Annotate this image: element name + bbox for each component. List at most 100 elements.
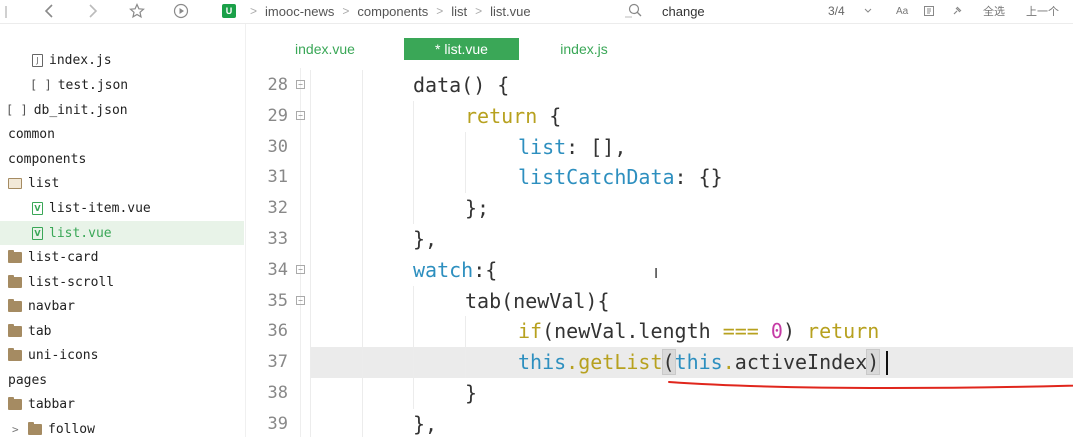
breadcrumb-item[interactable]: components — [357, 4, 428, 19]
tree-item-label: pages — [8, 372, 48, 388]
search-input[interactable] — [662, 2, 802, 20]
whole-word-button[interactable] — [952, 0, 962, 22]
matching-paren: ) — [866, 349, 881, 376]
code-token: 0 — [770, 319, 783, 344]
indent-guide — [362, 193, 363, 225]
breadcrumb-item[interactable]: imooc-news — [265, 4, 334, 19]
tree-item-navbar[interactable]: navbar — [0, 294, 244, 318]
chevron-right-icon[interactable]: > — [12, 423, 22, 436]
code-line[interactable]: 39}, — [254, 408, 1073, 437]
tree-item-tab[interactable]: tab — [0, 319, 244, 343]
indent-guide — [413, 100, 414, 132]
line-number: 32 — [267, 198, 288, 219]
code-text: watch:{ — [413, 255, 497, 286]
tree-item-label: test.json — [57, 77, 129, 93]
top-toolbar: U > imooc-news > components > list > lis… — [0, 0, 1073, 24]
tree-item-components[interactable]: components — [0, 147, 244, 171]
back-button[interactable] — [38, 0, 60, 22]
code-editor[interactable]: index.vue * list.vue index.js 28− data() … — [254, 24, 1073, 437]
tree-item-test-json[interactable]: [ ] test.json — [0, 73, 244, 97]
code-line[interactable]: 32}; — [254, 193, 1073, 225]
code-text: if(newVal.length === 0) return — [518, 316, 879, 347]
indent-guide — [310, 254, 311, 286]
code-token: : [], — [566, 134, 627, 159]
tree-item-label: db_init.json — [33, 102, 128, 118]
breadcrumb-item[interactable]: list.vue — [490, 4, 530, 19]
favorite-button[interactable] — [126, 0, 148, 22]
breadcrumb-separator: > — [342, 4, 350, 18]
tree-item-list-scroll[interactable]: list-scroll — [0, 270, 244, 294]
folder-icon — [8, 249, 22, 263]
code-token: return — [807, 319, 880, 344]
code-token: ) — [782, 319, 808, 344]
fold-toggle-icon[interactable]: − — [296, 80, 305, 89]
indent-guide — [413, 285, 414, 317]
code-line[interactable]: 36 if(newVal.length === 0) return — [254, 316, 1073, 348]
forward-button[interactable] — [82, 0, 104, 22]
code-token: (newVal.length — [542, 319, 723, 344]
fold-toggle-icon[interactable]: − — [296, 264, 305, 274]
tree-item-pages[interactable]: pages — [0, 368, 244, 392]
code-token: this — [518, 350, 567, 375]
indent-guide — [413, 193, 414, 225]
code-token: }, — [413, 227, 438, 251]
project-icon: U — [222, 4, 236, 18]
code-line[interactable]: 35− tab(newVal){ — [254, 285, 1073, 317]
run-button[interactable] — [170, 0, 192, 22]
tree-item-tabbar[interactable]: tabbar — [0, 392, 244, 416]
tree-item-follow[interactable]: > follow — [0, 417, 244, 437]
code-line[interactable]: 29− return { — [254, 100, 1073, 132]
chevron-right-icon — [89, 4, 98, 18]
code-line[interactable]: 34− watch:{ — [254, 254, 1073, 286]
code-line[interactable]: 37 this.getList(this.activeIndex) — [268, 347, 1073, 379]
tab-index-vue[interactable]: index.vue — [270, 38, 380, 60]
breadcrumb-item[interactable]: list — [451, 4, 467, 19]
indent-guide — [362, 408, 363, 437]
js-file-icon: J — [32, 53, 43, 67]
tree-item-uni-icons[interactable]: uni-icons — [0, 343, 244, 367]
tree-item-list-card[interactable]: list-card — [0, 245, 244, 269]
code-line[interactable]: 30 list: [], — [254, 131, 1073, 163]
code-text: this.getList(this.activeIndex) — [518, 347, 881, 378]
tree-item-list-folder[interactable]: list — [0, 171, 244, 195]
code-token: :{ — [473, 257, 498, 282]
tree-item-list-vue[interactable]: V list.vue — [0, 221, 244, 245]
code-text: list: [], — [518, 132, 626, 163]
tree-item-db-init-json[interactable]: [ ] db_init.json — [0, 98, 244, 122]
fold-toggle-icon[interactable]: − — [296, 295, 305, 305]
line-number: 38 — [267, 383, 288, 403]
code-token: }; — [465, 196, 490, 221]
regex-button[interactable] — [924, 0, 934, 22]
line-number: 28 — [267, 75, 288, 95]
code-token: === — [722, 319, 759, 344]
code-line[interactable]: 33}, — [254, 224, 1073, 255]
tab-index-js[interactable]: index.js — [544, 38, 624, 60]
folder-icon — [28, 421, 42, 435]
folder-open-icon — [8, 177, 22, 189]
line-number: 39 — [267, 413, 288, 434]
next-match-button[interactable] — [864, 0, 872, 22]
code-line[interactable]: 31 listCatchData: {} — [254, 162, 1073, 194]
tree-item-list-item-vue[interactable]: V list-item.vue — [0, 196, 244, 220]
tree-item-common[interactable]: common — [0, 122, 244, 146]
tree-item-label: follow — [48, 421, 95, 437]
select-all-button[interactable]: 全选 — [983, 0, 1005, 22]
folder-icon — [8, 298, 22, 312]
matching-paren: ( — [661, 349, 676, 376]
code-line[interactable]: 28− data() { — [254, 70, 1073, 101]
file-explorer: J index.js [ ] test.json [ ] db_init.jso… — [0, 24, 246, 437]
prev-match-button[interactable]: 上一个 — [1026, 0, 1059, 22]
code-text: return { — [465, 101, 561, 132]
code-token: list — [518, 134, 567, 159]
tab-list-vue[interactable]: * list.vue — [404, 38, 519, 60]
indent-guide — [465, 131, 466, 163]
code-text: } — [465, 378, 477, 409]
tree-item-index-js[interactable]: J index.js — [0, 48, 244, 72]
match-case-button[interactable]: Aa — [896, 0, 908, 22]
code-token: . — [722, 350, 735, 375]
code-token: watch — [413, 257, 474, 282]
indent-guide — [310, 193, 311, 225]
match-count: 3/4 — [828, 4, 845, 18]
fold-toggle-icon[interactable]: − — [296, 110, 305, 120]
